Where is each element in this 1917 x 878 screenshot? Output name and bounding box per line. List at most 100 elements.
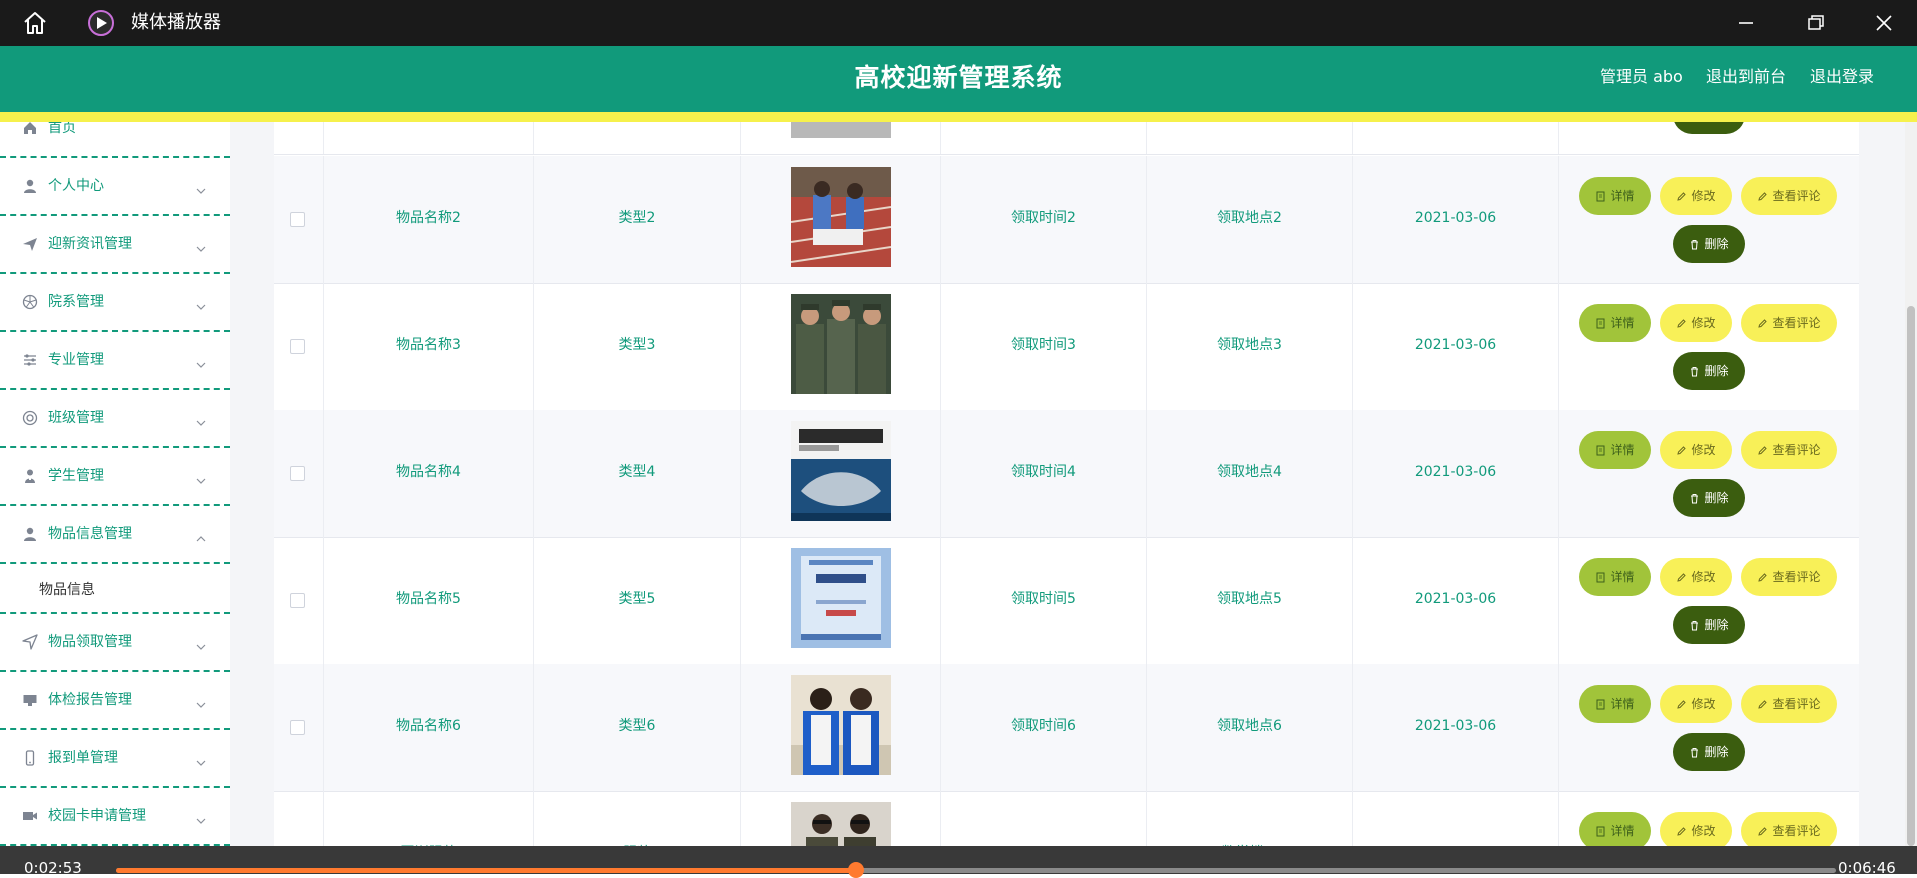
chevron-down-icon: [196, 354, 206, 368]
table-cell: 领取时间5: [941, 537, 1147, 664]
delete-button[interactable]: 删除: [1673, 352, 1745, 390]
delete-button[interactable]: 删除: [1673, 606, 1745, 644]
view-comments-button[interactable]: 查看评论: [1741, 304, 1837, 342]
sidebar-item-label: 专业管理: [48, 352, 104, 368]
sidebar-item-3[interactable]: 迎新资讯管理: [0, 216, 230, 274]
table-cell: [1353, 122, 1559, 154]
logout-link[interactable]: 退出登录: [1810, 66, 1874, 88]
table-row-partial: [274, 122, 1859, 155]
item-thumbnail: [791, 802, 891, 846]
edit-button[interactable]: 修改: [1660, 304, 1732, 342]
sidebar-item-4[interactable]: 院系管理: [0, 274, 230, 332]
row-checkbox[interactable]: [290, 720, 305, 735]
sidebar-item-label: 物品领取管理: [48, 634, 132, 650]
cell-name: 物品名称2: [396, 210, 461, 226]
detail-button[interactable]: 详情: [1579, 812, 1651, 846]
sidebar-item-6[interactable]: 班级管理: [0, 390, 230, 448]
table-cell: 类型6: [534, 664, 741, 791]
lifebuoy-icon: [22, 410, 38, 426]
view-comments-button[interactable]: 查看评论: [1741, 177, 1837, 215]
sidebar-item-12[interactable]: 校园卡申请管理: [0, 788, 230, 846]
player-title-bar: 媒体播放器: [0, 0, 1917, 46]
row-checkbox[interactable]: [290, 466, 305, 481]
sidebar-item-7[interactable]: 学生管理: [0, 448, 230, 506]
table-cell: 领取时间3: [941, 283, 1147, 410]
detail-button[interactable]: 详情: [1579, 304, 1651, 342]
table-cell: 物品名称3: [324, 283, 534, 410]
chevron-down-icon: [196, 636, 206, 650]
submenu-item-info[interactable]: 物品信息: [0, 564, 230, 614]
detail-button[interactable]: 详情: [1579, 558, 1651, 596]
progress-fill: [116, 868, 856, 873]
table-cell: 9.8-9.9: [941, 791, 1147, 846]
view-comments-button[interactable]: 查看评论: [1741, 431, 1837, 469]
progress-bar[interactable]: [116, 862, 1836, 878]
table-cell: 服装: [534, 791, 741, 846]
user-icon: [22, 178, 38, 194]
view-comments-button[interactable]: 查看评论: [1741, 558, 1837, 596]
delete-button[interactable]: 删除: [1673, 225, 1745, 263]
table-cell: [741, 283, 941, 410]
edit-button[interactable]: 修改: [1660, 177, 1732, 215]
table-cell: 领取时间2: [941, 156, 1147, 283]
table-cell: [274, 122, 324, 154]
table-cell: [741, 156, 941, 283]
monitor-icon: [22, 692, 38, 708]
send-icon: [22, 236, 38, 252]
delete-button-partial[interactable]: [1673, 122, 1745, 134]
progress-knob[interactable]: [847, 862, 864, 878]
sidebar-item-8[interactable]: 物品信息管理: [0, 506, 230, 564]
sidebar-item-10[interactable]: 体检报告管理: [0, 672, 230, 730]
cell-date: 2021-03-06: [1414, 210, 1497, 226]
row-checkbox[interactable]: [290, 339, 305, 354]
minimize-icon[interactable]: [1733, 11, 1759, 35]
detail-button[interactable]: 详情: [1579, 431, 1651, 469]
view-comments-button[interactable]: 查看评论: [1741, 812, 1837, 846]
sidebar-item-9[interactable]: 物品领取管理: [0, 614, 230, 672]
home-icon[interactable]: [20, 9, 50, 37]
chevron-down-icon: [196, 412, 206, 426]
view-comments-button[interactable]: 查看评论: [1741, 685, 1837, 723]
edit-button[interactable]: 修改: [1660, 812, 1732, 846]
sidebar-item-2[interactable]: 个人中心: [0, 158, 230, 216]
sidebar-item-11[interactable]: 报到单管理: [0, 730, 230, 788]
restore-icon[interactable]: [1802, 11, 1828, 35]
chevron-up-icon: [196, 528, 206, 542]
table-cell: 领取时间6: [941, 664, 1147, 791]
row-checkbox[interactable]: [290, 593, 305, 608]
sidebar-item-1[interactable]: 首页: [0, 122, 230, 158]
item-thumbnail: [791, 294, 891, 394]
close-icon[interactable]: [1871, 11, 1897, 35]
detail-button[interactable]: 详情: [1579, 685, 1651, 723]
row-checkbox[interactable]: [290, 212, 305, 227]
table-cell: [1559, 122, 1859, 154]
media-player-icon: [86, 9, 116, 37]
delete-button[interactable]: 删除: [1673, 733, 1745, 771]
sidebar-item-label: 校园卡申请管理: [48, 808, 146, 824]
player-controls: 0:02:53 0:06:46: [0, 846, 1917, 878]
table-cell: [941, 122, 1147, 154]
chevron-down-icon: [196, 694, 206, 708]
chevron-down-icon: [196, 752, 206, 766]
table-row: 物品名称6 类型6 领取时间6 领取地点6 2021-03-06 详情 修改 查看评论 删除: [274, 664, 1859, 792]
detail-button[interactable]: 详情: [1579, 177, 1651, 215]
app-header: 高校迎新管理系统 管理员 abo 退出到前台 退出登录: [0, 46, 1917, 112]
delete-button[interactable]: 删除: [1673, 479, 1745, 517]
edit-button[interactable]: 修改: [1660, 685, 1732, 723]
table-row: 军训服装服装 9.8-9.9数学楼下2021-03-05详情修改查看评论删除: [274, 791, 1859, 846]
sidebar-item-label: 班级管理: [48, 410, 104, 426]
table-row: 物品名称4 类型4 领取时间4 领取地点4 2021-03-06 详情 修改 查看评论 删除: [274, 410, 1859, 538]
sidebar-item-label: 个人中心: [48, 178, 104, 194]
edit-button[interactable]: 修改: [1660, 431, 1732, 469]
table-cell: 2021-03-06: [1353, 664, 1559, 791]
table-cell: [741, 410, 941, 537]
scrollbar-thumb[interactable]: [1907, 306, 1915, 846]
main-content: 物品名称2 类型2 领取时间2 领取地点2 2021-03-06 详情 修改 查看评论 删除 物品…: [254, 122, 1917, 846]
table-cell: [274, 537, 324, 664]
navigation-icon: [22, 634, 38, 650]
edit-button[interactable]: 修改: [1660, 558, 1732, 596]
exit-to-front-link[interactable]: 退出到前台: [1706, 66, 1786, 88]
sidebar-item-5[interactable]: 专业管理: [0, 332, 230, 390]
chevron-down-icon: [196, 296, 206, 310]
cell-type: 类型6: [618, 718, 656, 734]
